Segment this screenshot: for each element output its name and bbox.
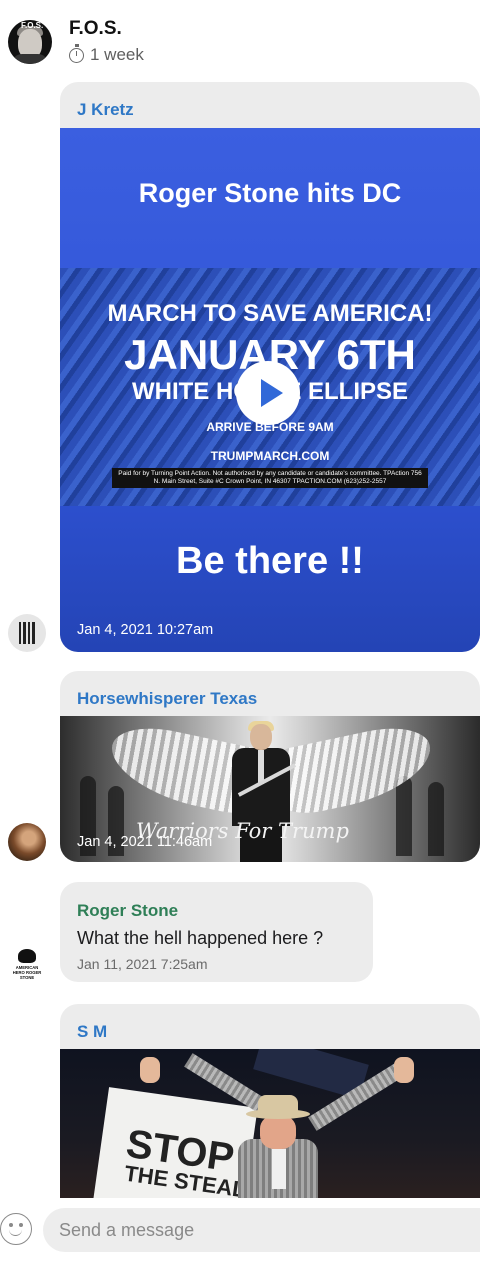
sender-name[interactable]: Horsewhisperer Texas [77,689,257,709]
sender-avatar[interactable]: AMERICAN HERO ROGER STONE [8,943,46,981]
message-timestamp: Jan 4, 2021 11:46am [77,834,213,850]
message-video[interactable]: Roger Stone hits DC MARCH TO SAVE AMERIC… [60,128,480,652]
message-text: What the hell happened here ? [77,928,324,948]
message-timestamp: Jan 4, 2021 10:27am [77,622,214,638]
message-timestamp: Jan 11, 2021 7:25am [77,956,208,972]
message-bubble[interactable]: S M STOP THE STEAL [60,1004,480,1198]
message-bubble[interactable]: J Kretz Roger Stone hits DC MARCH TO SAV… [60,82,480,652]
sender-avatar[interactable] [8,614,46,652]
sender-name[interactable]: S M [77,1022,107,1042]
message-composer [0,1198,480,1264]
group-avatar[interactable]: F.O.S. [8,20,52,64]
timer-label: 1 week [90,45,144,64]
message-bubble[interactable]: Horsewhisperer Texas Warriors For Trump … [60,671,480,862]
avatar-text: AMERICAN HERO ROGER STONE [12,965,42,980]
sender-name[interactable]: Roger Stone [77,901,178,921]
chat-header: F.O.S. F.O.S. 1 week [0,0,480,78]
message-input[interactable] [43,1208,480,1252]
play-icon[interactable] [236,361,300,425]
poster-fine-print: Paid for by Turning Point Action. Not au… [112,468,428,488]
poster-title: Roger Stone hits DC [138,178,402,208]
poster-line: TRUMPMARCH.COM [210,449,330,463]
message-bubble[interactable]: Roger Stone What the hell happened here … [60,882,373,982]
avatar-suit [12,54,48,64]
group-name[interactable]: F.O.S. [69,18,122,40]
timer-icon [69,44,84,63]
sender-avatar[interactable] [8,823,46,861]
sender-name[interactable]: J Kretz [77,100,134,120]
message-image[interactable]: STOP THE STEAL [60,1049,480,1198]
disappearing-timer[interactable]: 1 week [69,44,144,65]
poster-title: Be there !! [176,540,364,582]
avatar-text: F.O.S. [21,21,44,30]
emoji-icon[interactable] [0,1213,32,1245]
message-image[interactable]: Warriors For Trump Jan 4, 2021 11:46am [60,716,480,862]
poster-line: MARCH TO SAVE AMERICA! [107,300,433,327]
